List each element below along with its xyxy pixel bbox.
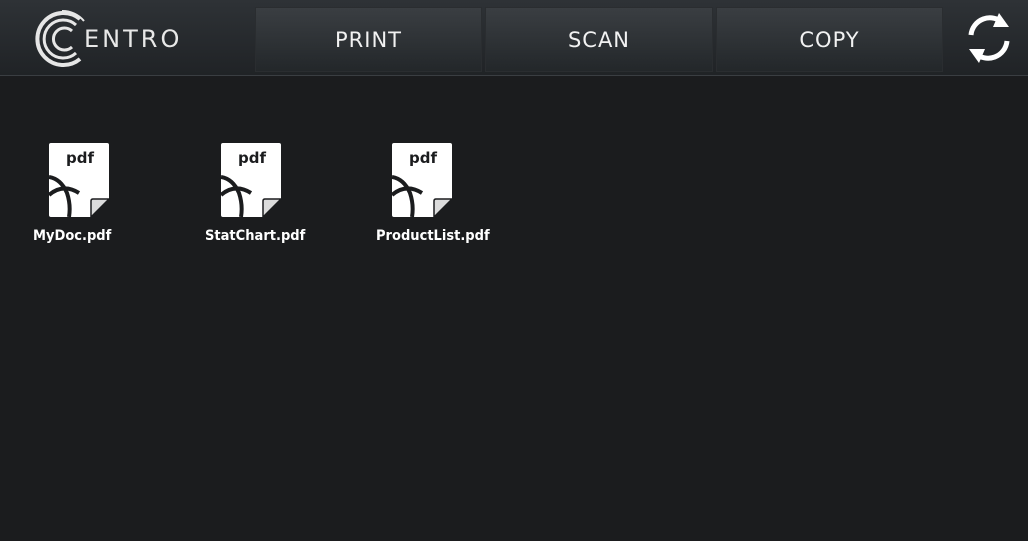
svg-text:pdf: pdf [238,149,266,167]
print-label: PRINT [335,27,402,52]
file-name: MyDoc.pdf [33,228,112,244]
pdf-file-icon: pdf [392,143,454,219]
file-name: StatChart.pdf [205,228,306,244]
print-button[interactable]: PRINT [255,7,482,72]
copy-label: COPY [799,27,860,52]
file-item[interactable]: pdf ProductList.pdf [376,143,516,253]
pdf-file-icon: pdf [221,143,283,219]
centro-logo: ENTRO [32,7,212,71]
svg-text:pdf: pdf [66,149,94,167]
file-name: ProductList.pdf [376,228,490,244]
refresh-button[interactable] [963,11,1015,65]
file-item[interactable]: pdf MyDoc.pdf [33,143,173,253]
copy-button[interactable]: COPY [716,7,943,72]
logo-text: ENTRO [84,25,183,53]
scan-button[interactable]: SCAN [485,7,713,72]
pdf-file-icon: pdf [49,143,111,219]
svg-text:pdf: pdf [409,149,437,167]
top-bar: ENTRO PRINT SCAN COPY [0,0,1028,76]
logo-c-icon [35,9,85,67]
scan-label: SCAN [567,27,631,52]
file-item[interactable]: pdf StatChart.pdf [205,143,345,253]
refresh-icon [968,13,1010,63]
